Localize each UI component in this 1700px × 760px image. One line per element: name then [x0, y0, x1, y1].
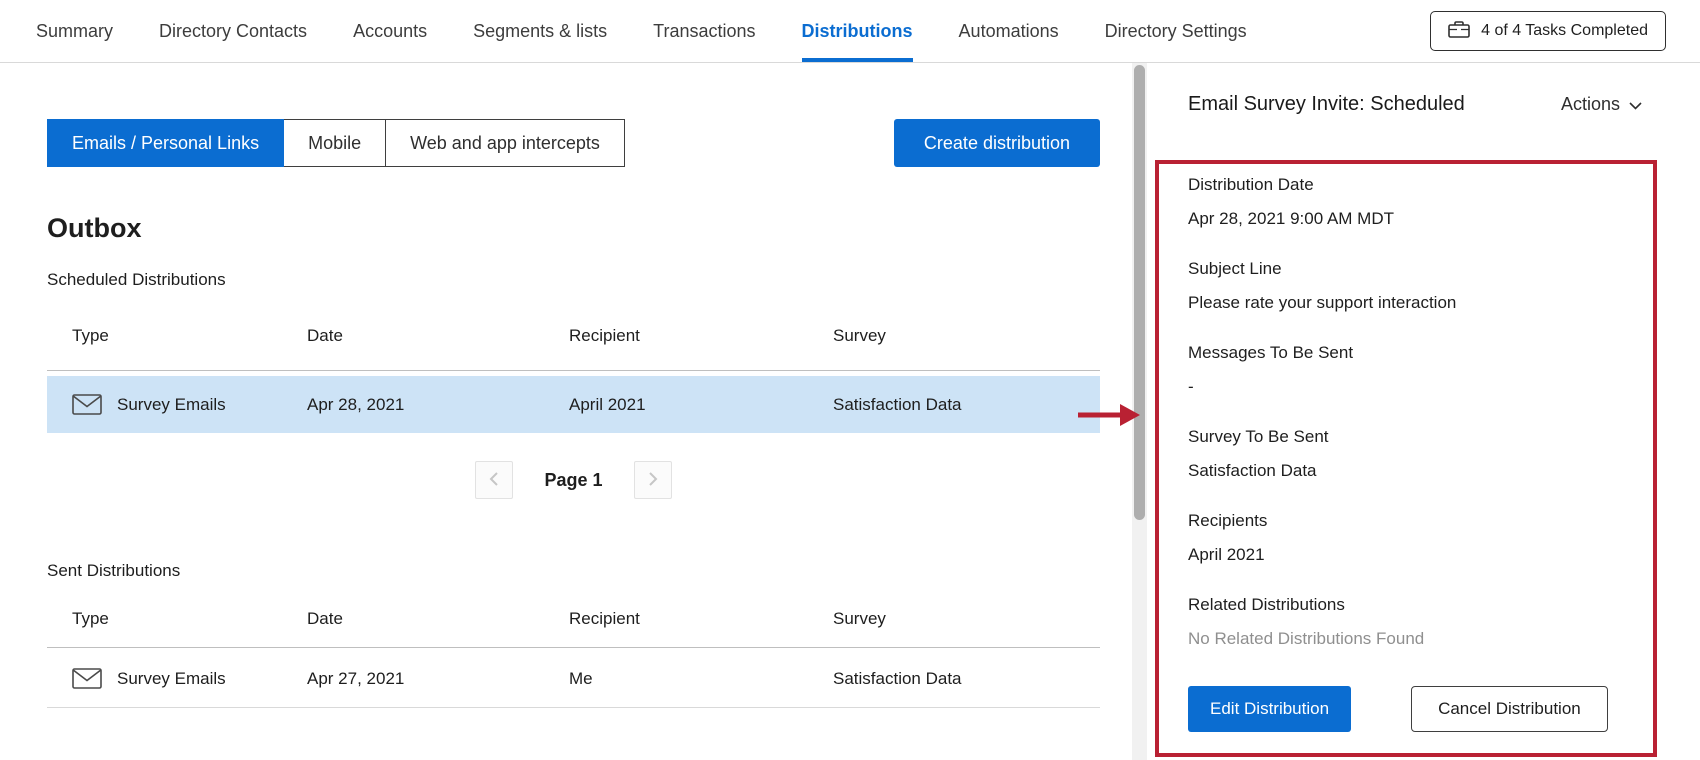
row-recipient: Me: [569, 669, 833, 689]
top-navigation: Summary Directory Contacts Accounts Segm…: [0, 0, 1700, 63]
sent-table-header: Type Date Recipient Survey: [47, 609, 1100, 648]
column-header-survey: Survey: [833, 609, 1100, 629]
column-header-date: Date: [307, 326, 569, 346]
distributions-main: Emails / Personal Links Mobile Web and a…: [0, 63, 1132, 760]
field-recipients: Recipients April 2021: [1188, 510, 1633, 566]
pagination: Page 1: [47, 461, 1100, 499]
tab-emails-personal-links[interactable]: Emails / Personal Links: [47, 119, 284, 167]
distribution-toolbar: Emails / Personal Links Mobile Web and a…: [47, 119, 1100, 167]
table-row-scheduled-distribution[interactable]: Survey Emails Apr 28, 2021 April 2021 Sa…: [47, 376, 1100, 433]
nav-tab-accounts[interactable]: Accounts: [353, 0, 427, 62]
nav-tab-directory-contacts[interactable]: Directory Contacts: [159, 0, 307, 62]
page-label: Page 1: [544, 470, 602, 491]
field-label: Subject Line: [1188, 258, 1633, 280]
scheduled-distributions-title: Scheduled Distributions: [47, 270, 1100, 290]
field-label: Survey To Be Sent: [1188, 426, 1633, 448]
next-page-button[interactable]: [634, 461, 672, 499]
row-date: Apr 27, 2021: [307, 669, 569, 689]
field-related-distributions: Related Distributions No Related Distrib…: [1188, 594, 1633, 650]
row-type: Survey Emails: [117, 669, 226, 689]
scheduled-distributions-table: Type Date Recipient Survey Survey Emails…: [47, 326, 1100, 433]
distribution-channel-tabs: Emails / Personal Links Mobile Web and a…: [47, 119, 625, 167]
previous-page-button[interactable]: [475, 461, 513, 499]
field-value: Satisfaction Data: [1188, 460, 1633, 482]
row-recipient: April 2021: [569, 395, 833, 415]
actions-dropdown-button[interactable]: Actions: [1561, 94, 1642, 115]
detail-panel-buttons: Edit Distribution Cancel Distribution: [1188, 686, 1633, 732]
scrollbar-thumb[interactable]: [1134, 65, 1145, 520]
row-date: Apr 28, 2021: [307, 395, 569, 415]
field-value: Please rate your support interaction: [1188, 292, 1633, 314]
nav-tabs: Summary Directory Contacts Accounts Segm…: [36, 0, 1247, 62]
create-distribution-button[interactable]: Create distribution: [894, 119, 1100, 167]
field-label: Recipients: [1188, 510, 1633, 532]
field-value: April 2021: [1188, 544, 1633, 566]
tab-web-app-intercepts[interactable]: Web and app intercepts: [385, 119, 625, 167]
actions-label: Actions: [1561, 94, 1620, 115]
envelope-icon: [72, 394, 102, 415]
content-area: Emails / Personal Links Mobile Web and a…: [0, 63, 1700, 760]
field-value: No Related Distributions Found: [1188, 628, 1633, 650]
field-label: Related Distributions: [1188, 594, 1633, 616]
column-header-survey: Survey: [833, 326, 1100, 346]
field-distribution-date: Distribution Date Apr 28, 2021 9:00 AM M…: [1188, 174, 1633, 230]
detail-panel-title: Email Survey Invite: Scheduled: [1188, 93, 1465, 116]
field-subject-line: Subject Line Please rate your support in…: [1188, 258, 1633, 314]
cancel-distribution-button[interactable]: Cancel Distribution: [1411, 686, 1608, 732]
distribution-detail-panel: Email Survey Invite: Scheduled Actions D…: [1147, 63, 1700, 760]
chevron-left-icon: [489, 471, 499, 490]
envelope-icon: [72, 668, 102, 689]
field-label: Distribution Date: [1188, 174, 1633, 196]
field-value: -: [1188, 376, 1633, 398]
nav-tab-segments-lists[interactable]: Segments & lists: [473, 0, 607, 62]
sent-distributions-title: Sent Distributions: [47, 561, 1100, 581]
tab-mobile[interactable]: Mobile: [283, 119, 386, 167]
column-header-type: Type: [47, 609, 307, 629]
detail-panel-header: Email Survey Invite: Scheduled Actions: [1188, 93, 1642, 116]
chevron-down-icon: [1629, 94, 1642, 115]
field-survey-to-be-sent: Survey To Be Sent Satisfaction Data: [1188, 426, 1633, 482]
row-type: Survey Emails: [117, 395, 226, 415]
sent-distributions-table: Type Date Recipient Survey Survey Emails…: [47, 609, 1100, 708]
row-survey: Satisfaction Data: [833, 669, 1100, 689]
tasks-completed-label: 4 of 4 Tasks Completed: [1481, 22, 1648, 40]
row-survey: Satisfaction Data: [833, 395, 1100, 415]
scheduled-table-header: Type Date Recipient Survey: [47, 326, 1100, 371]
field-label: Messages To Be Sent: [1188, 342, 1633, 364]
column-header-type: Type: [47, 326, 307, 346]
nav-tab-summary[interactable]: Summary: [36, 0, 113, 62]
annotation-arrow-icon: [1076, 402, 1142, 428]
nav-tab-directory-settings[interactable]: Directory Settings: [1105, 0, 1247, 62]
table-row-sent-distribution[interactable]: Survey Emails Apr 27, 2021 Me Satisfacti…: [47, 648, 1100, 708]
nav-tab-automations[interactable]: Automations: [959, 0, 1059, 62]
outbox-title: Outbox: [47, 212, 1100, 244]
column-header-recipient: Recipient: [569, 326, 833, 346]
chevron-right-icon: [648, 471, 658, 490]
tasks-completed-button[interactable]: 4 of 4 Tasks Completed: [1430, 11, 1666, 51]
edit-distribution-button[interactable]: Edit Distribution: [1188, 686, 1351, 732]
field-value: Apr 28, 2021 9:00 AM MDT: [1188, 208, 1633, 230]
field-messages-to-be-sent: Messages To Be Sent -: [1188, 342, 1633, 398]
nav-tab-distributions[interactable]: Distributions: [802, 0, 913, 62]
annotation-highlight-box: Distribution Date Apr 28, 2021 9:00 AM M…: [1155, 160, 1657, 757]
column-header-recipient: Recipient: [569, 609, 833, 629]
briefcase-icon: [1448, 20, 1470, 43]
column-header-date: Date: [307, 609, 569, 629]
nav-tab-transactions[interactable]: Transactions: [653, 0, 755, 62]
